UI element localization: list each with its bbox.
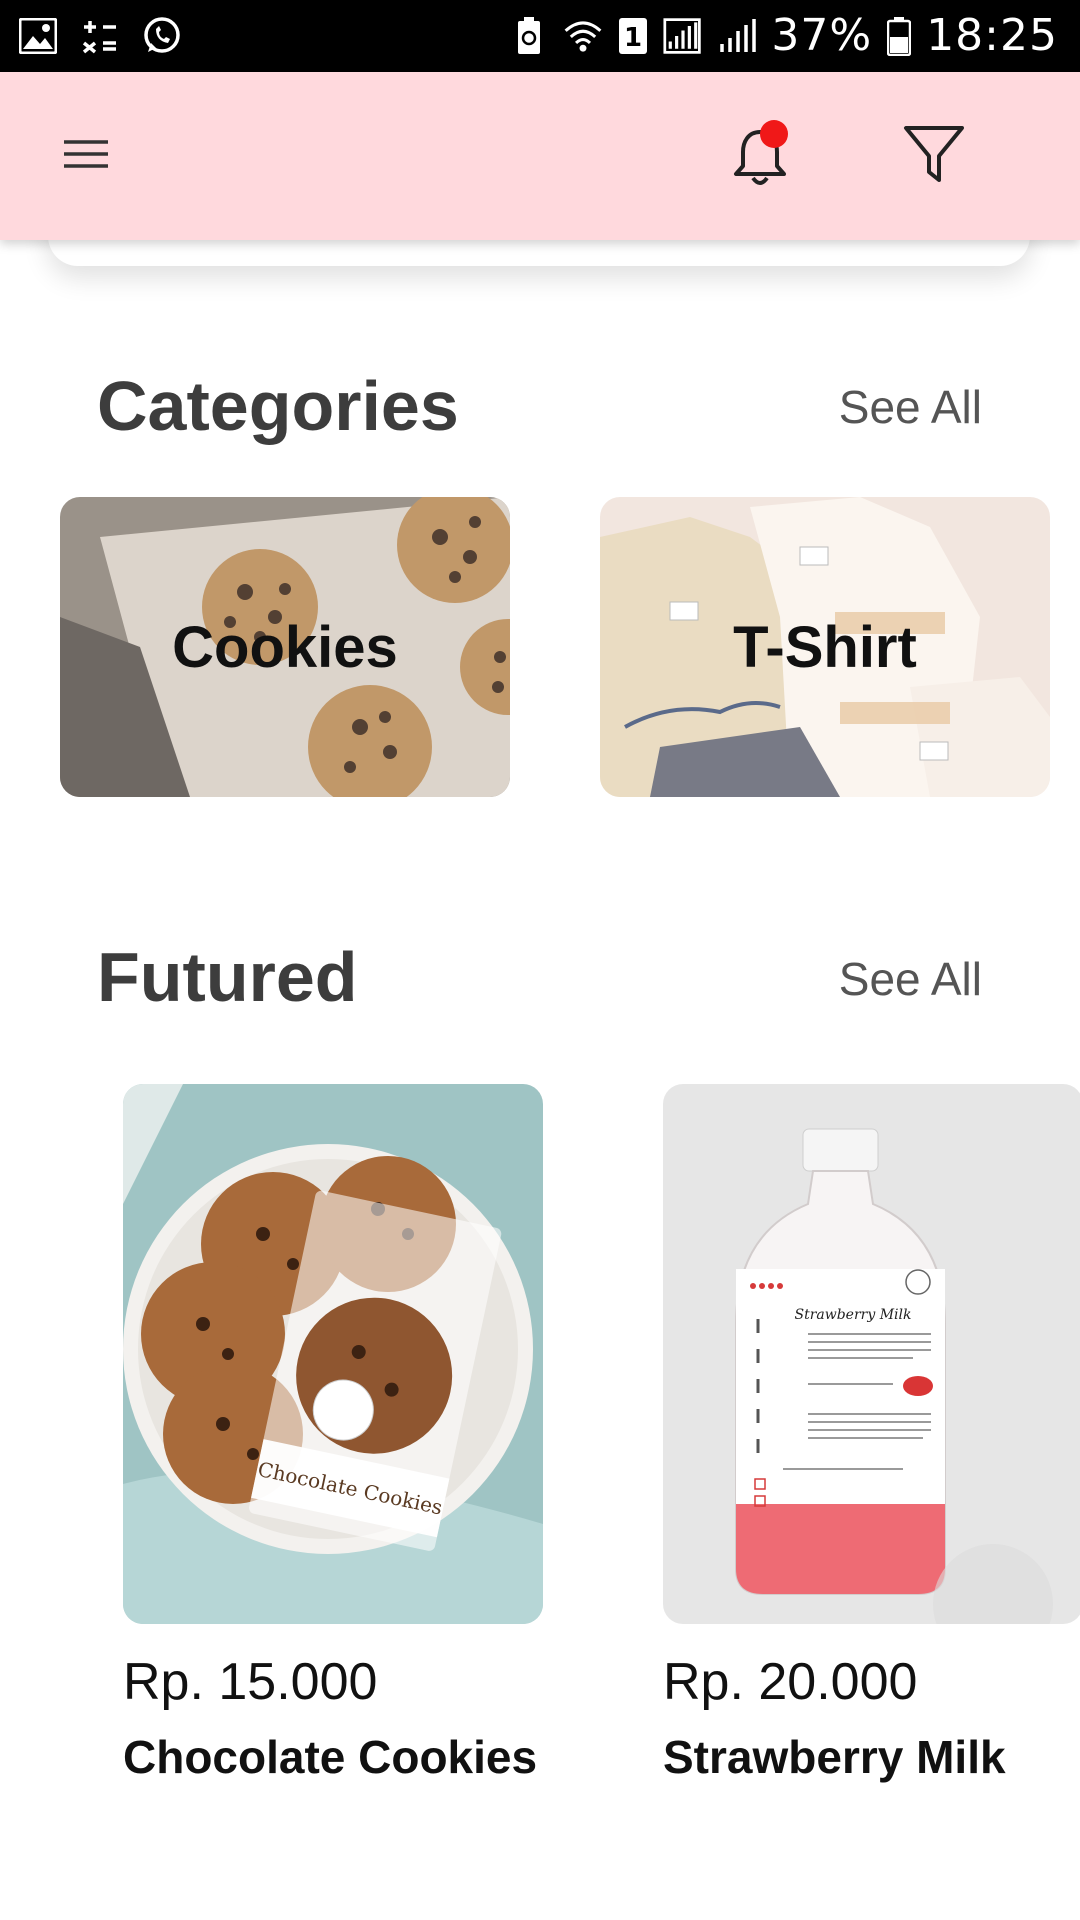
categories-title: Categories [97,367,459,445]
product-image[interactable]: Chocolate Cookies [123,1084,543,1624]
strawberry-milk-image: Strawberry Milk [663,1084,1080,1624]
battery-icon [886,14,912,58]
featured-title: Futured [97,938,358,1016]
chocolate-cookies-image: Chocolate Cookies [123,1084,543,1624]
product-price: Rp. 20.000 [663,1653,918,1711]
app-bar [0,72,1080,240]
battery-saver-icon [509,14,549,58]
category-card-cookies[interactable]: Cookies [60,497,510,797]
signal-icon-2 [717,14,757,58]
product-name: Strawberry Milk [663,1731,1006,1783]
battery-percent: 37% [771,10,873,61]
whatsapp-icon [142,14,182,58]
notification-badge [760,120,788,148]
filter-icon [904,126,964,182]
calculator-icon [80,14,120,58]
product-image[interactable]: Strawberry Milk [663,1084,1080,1624]
category-card-tshirt[interactable]: T-Shirt [600,497,1050,797]
bottle-label-text: Strawberry Milk [794,1307,911,1323]
clock: 18:25 [926,10,1058,61]
product-name: Chocolate Cookies [123,1731,538,1783]
category-label: Cookies [172,614,398,680]
gallery-icon [18,14,58,58]
sim-slot-number: 1 [624,23,642,53]
menu-button[interactable] [62,134,112,174]
product-card-chocolate-cookies[interactable]: Chocolate Cookies Rp. 15.000 Chocolate C… [123,1084,543,1784]
filter-button[interactable] [902,122,966,186]
notifications-button[interactable] [730,120,790,192]
categories-see-all-link[interactable]: See All [839,380,982,434]
status-bar: 1 37% 18:25 [0,0,1080,72]
menu-icon [64,140,108,168]
featured-see-all-link[interactable]: See All [839,952,982,1006]
product-card-strawberry-milk[interactable]: Strawberry Milk Rp. 20.000 Strawberry Mi… [663,1084,1080,1784]
product-price: Rp. 15.000 [123,1653,378,1711]
category-label: T-Shirt [733,614,917,680]
sim-slot-icon: 1 [617,14,649,58]
signal-icon-1 [663,14,703,58]
wifi-icon [563,14,603,58]
